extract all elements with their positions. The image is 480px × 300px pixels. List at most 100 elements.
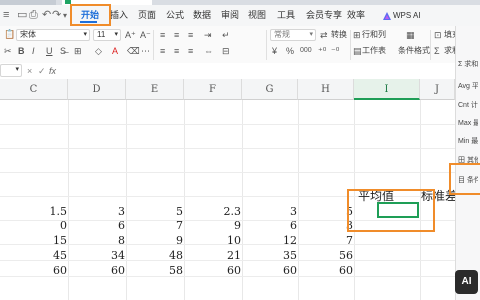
column-header-f[interactable]: F xyxy=(184,79,242,100)
italic-button[interactable]: I xyxy=(32,46,35,56)
panel-item-max[interactable]: Max 最大值 xyxy=(458,119,478,129)
align-left-icon[interactable]: ≡ xyxy=(160,46,165,56)
cell-e1[interactable]: 5 xyxy=(136,205,183,219)
cell-g2[interactable]: 6 xyxy=(250,219,297,233)
redo-icon[interactable]: ↷ xyxy=(52,9,61,22)
fx-icon[interactable]: fx xyxy=(49,66,56,76)
formula-input[interactable] xyxy=(63,64,455,77)
font-color-button[interactable]: A xyxy=(112,46,118,56)
cell-h2[interactable]: 3 xyxy=(306,219,353,233)
cell-g3[interactable]: 12 xyxy=(250,234,297,248)
cell-f4[interactable]: 21 xyxy=(194,249,241,263)
cell-d2[interactable]: 6 xyxy=(78,219,125,233)
cell-d4[interactable]: 34 xyxy=(78,249,125,263)
menu-icon[interactable]: ≡ xyxy=(3,9,9,22)
thousands-button[interactable]: 000 xyxy=(300,46,312,56)
cut-icon[interactable]: ✂ xyxy=(4,46,12,56)
align-bottom-icon[interactable]: ≡ xyxy=(188,30,193,40)
cell-h1[interactable]: 5 xyxy=(306,205,353,219)
tab-insert[interactable]: 插入 xyxy=(110,10,128,21)
tab-efficiency[interactable]: 效率 xyxy=(347,10,365,21)
conditional-format-icon[interactable]: ▦ xyxy=(406,30,415,40)
distribute-icon[interactable]: ⇔ xyxy=(204,46,213,56)
increase-font-icon[interactable]: A⁺ xyxy=(125,30,136,40)
tab-view[interactable]: 视图 xyxy=(248,10,266,21)
cell-c5[interactable]: 60 xyxy=(20,264,67,278)
cell-g4[interactable]: 35 xyxy=(250,249,297,263)
column-header-j[interactable]: J xyxy=(420,79,455,100)
bold-button[interactable]: B xyxy=(18,46,25,56)
column-header-h[interactable]: H xyxy=(298,79,354,100)
tab-data[interactable]: 数据 xyxy=(193,10,211,21)
font-name-select[interactable]: 宋体 ▾ xyxy=(16,29,90,41)
column-header-e[interactable]: E xyxy=(126,79,184,100)
cell-d5[interactable]: 60 xyxy=(78,264,125,278)
increase-decimal-icon[interactable]: ⁺⁰ xyxy=(318,46,326,56)
cancel-icon[interactable]: × xyxy=(27,66,32,76)
font-size-select[interactable]: 11 ▾ xyxy=(93,29,121,41)
cell-f5[interactable]: 60 xyxy=(194,264,241,278)
cell-f2[interactable]: 9 xyxy=(194,219,241,233)
cell-d1[interactable]: 3 xyxy=(78,205,125,219)
worksheet-button[interactable]: 工作表 xyxy=(362,46,386,56)
worksheet-icon[interactable]: ▤ xyxy=(353,46,362,56)
ai-assistant-button[interactable]: AI xyxy=(455,270,478,294)
rows-cols-icon[interactable]: ⊞ xyxy=(353,30,361,40)
print-icon[interactable]: ⎙ xyxy=(29,9,38,22)
convert-icon[interactable]: ⇄ xyxy=(320,30,328,40)
number-format-select[interactable]: 常规 ▾ xyxy=(270,29,316,41)
cell-g1[interactable]: 3 xyxy=(250,205,297,219)
cell-f1[interactable]: 2.3 xyxy=(194,205,242,219)
open-file-icon[interactable]: ▭ xyxy=(17,9,27,22)
convert-button[interactable]: 转换 xyxy=(331,30,347,40)
cell-c3[interactable]: 15 xyxy=(20,234,67,248)
indent-icon[interactable]: ⇥ xyxy=(204,30,212,40)
tab-review[interactable]: 审阅 xyxy=(221,10,239,21)
cell-h4[interactable]: 56 xyxy=(306,249,353,263)
paste-icon[interactable]: 📋 xyxy=(4,29,15,39)
cell-g5[interactable]: 60 xyxy=(250,264,297,278)
cell-e4[interactable]: 48 xyxy=(136,249,183,263)
tab-tools[interactable]: 工具 xyxy=(277,10,295,21)
cell-f3[interactable]: 10 xyxy=(194,234,241,248)
tab-formula[interactable]: 公式 xyxy=(166,10,184,21)
panel-item-sum[interactable]: Σ 求和 xyxy=(458,60,478,70)
conditional-format-button[interactable]: 条件格式 xyxy=(398,46,430,56)
tab-page[interactable]: 页面 xyxy=(138,10,156,21)
cell-c4[interactable]: 45 xyxy=(20,249,67,263)
tab-member[interactable]: 会员专享 xyxy=(306,10,342,21)
cell-h3[interactable]: 7 xyxy=(306,234,353,248)
panel-item-min[interactable]: Min 最小值 xyxy=(458,137,478,147)
decrease-font-icon[interactable]: A⁻ xyxy=(140,30,151,40)
confirm-icon[interactable]: ✓ xyxy=(38,66,46,76)
cell-d3[interactable]: 8 xyxy=(78,234,125,248)
percent-button[interactable]: % xyxy=(286,46,294,56)
column-header-i[interactable]: I xyxy=(354,79,420,100)
column-header-g[interactable]: G xyxy=(242,79,298,100)
eraser-icon[interactable]: ⌫ xyxy=(127,46,140,56)
panel-item-average[interactable]: Avg 平均值 xyxy=(458,82,478,92)
merge-cells-icon[interactable]: ⊟ xyxy=(222,46,230,56)
cell-e5[interactable]: 58 xyxy=(136,264,183,278)
panel-item-count[interactable]: Cnt 计数 xyxy=(458,101,478,111)
align-middle-icon[interactable]: ≡ xyxy=(174,30,179,40)
more-icon[interactable]: ⋯ xyxy=(141,46,150,56)
cell-c2[interactable]: 0 xyxy=(20,219,67,233)
column-header-d[interactable]: D xyxy=(68,79,126,100)
chevron-down-icon[interactable]: ▾ xyxy=(63,9,67,22)
cell-h5[interactable]: 60 xyxy=(306,264,353,278)
undo-icon[interactable]: ↶ xyxy=(42,9,51,22)
column-header-c[interactable]: C xyxy=(0,79,68,100)
underline-button[interactable]: U xyxy=(46,46,53,56)
sum-icon[interactable]: Σ xyxy=(434,46,440,56)
align-top-icon[interactable]: ≡ xyxy=(160,30,165,40)
wps-ai-button[interactable]: WPS AI xyxy=(393,10,421,21)
strikethrough-icon[interactable]: S̶ xyxy=(60,46,66,56)
decrease-decimal-icon[interactable]: ⁻⁰ xyxy=(331,46,339,56)
wrap-text-icon[interactable]: ↵ xyxy=(222,30,230,40)
fill-color-icon[interactable]: ◇ xyxy=(95,46,102,56)
cell-c1[interactable]: 1.5 xyxy=(20,205,68,219)
name-box[interactable]: ▾ xyxy=(0,64,22,77)
currency-button[interactable]: ¥ xyxy=(272,46,277,56)
cell-e3[interactable]: 9 xyxy=(136,234,183,248)
